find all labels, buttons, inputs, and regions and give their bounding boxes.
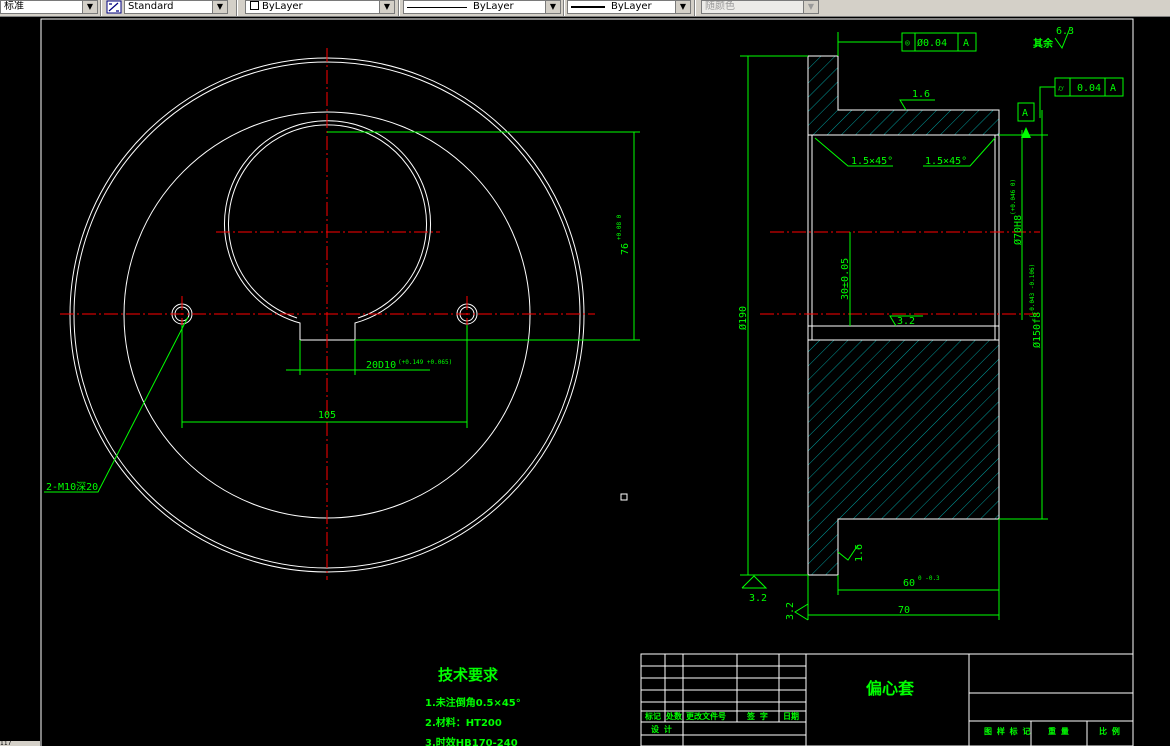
toolbar-separator xyxy=(563,0,565,16)
chevron-down-icon[interactable]: ▼ xyxy=(675,1,690,13)
dim-style-dropdown[interactable]: Standard ▼ xyxy=(124,0,228,14)
linetype-dropdown[interactable]: ByLayer ▼ xyxy=(403,0,561,14)
gtol-top-symbol: ◎ xyxy=(905,38,910,47)
stage-label: 图 样 标 记 xyxy=(984,726,1030,736)
plot-style-value: 随颜色 xyxy=(705,1,735,12)
chevron-down-icon[interactable]: ▼ xyxy=(82,1,97,13)
dim-length: 70 xyxy=(898,605,910,616)
title-block: 标记 处数 更改文件号 签 字 日期 设 计 偏心套 图 样 标 记 重 量 比… xyxy=(640,653,1134,746)
gtol-top-datum: A xyxy=(963,38,969,49)
note-item: 3.时效HB170-240 xyxy=(425,736,518,746)
properties-toolbar: 标准 ▼ Standard ▼ ByLayer ▼ ByLayer ▼ ByLa… xyxy=(0,0,1170,17)
coordinate-readout: 117 xyxy=(0,741,40,746)
toolbar-separator xyxy=(100,0,102,16)
leader-holes-label: 2-M10深20 xyxy=(46,481,98,493)
text-style-dropdown[interactable]: 标准 ▼ xyxy=(0,0,98,14)
dim-outer: Ø190 xyxy=(737,306,749,330)
title-row-label: 处数 xyxy=(665,711,683,721)
drawing-canvas[interactable]: 76 +0.08 0 20D10 (+0.149 +0.065) 105 2-M… xyxy=(0,16,1170,746)
dim-keyway-width-tol: (+0.149 +0.065) xyxy=(398,359,452,366)
roughness-rest-value: 6.3 xyxy=(1056,26,1074,37)
gtol-right-value: 0.04 xyxy=(1077,83,1101,94)
roughness-symbol xyxy=(794,603,809,621)
color-swatch-icon xyxy=(250,1,259,10)
title-row-label: 标记 xyxy=(644,711,661,721)
gtol-right-datum: A xyxy=(1110,83,1116,94)
leader-holes xyxy=(44,316,189,493)
roughness-rest-label: 其余 xyxy=(1033,37,1054,50)
roughness-bottom: 1.6 xyxy=(854,544,865,562)
text-style-value: 标准 xyxy=(4,1,24,12)
gtol-right-symbol: ⌭ xyxy=(1058,84,1064,93)
datum-label: A xyxy=(1022,108,1028,119)
dim-keyway-width: 20D10 xyxy=(366,360,396,371)
chevron-down-icon[interactable]: ▼ xyxy=(803,1,818,13)
toolbar-separator xyxy=(236,0,238,16)
pickbox-cursor[interactable] xyxy=(620,493,628,501)
roughness-symbol xyxy=(741,575,768,589)
gtol-top-value: Ø0.04 xyxy=(917,37,947,49)
title-row-label: 签 字 xyxy=(746,711,768,721)
dim-eccentric: 30±0.05 xyxy=(840,258,851,300)
title-row-label: 日期 xyxy=(783,711,799,721)
plot-style-dropdown[interactable]: 随颜色 ▼ xyxy=(701,0,819,14)
linetype-preview-icon xyxy=(407,1,467,8)
dim-style-icon[interactable] xyxy=(106,0,122,14)
dim-shaft-tol: (-0.043 -0.106) xyxy=(1029,264,1036,318)
lineweight-value: ByLayer xyxy=(611,1,652,12)
hatch-upper xyxy=(808,56,999,135)
dim-length-inner-tol: 0 -0.3 xyxy=(918,575,940,582)
note-item: 1.未注倒角0.5×45° xyxy=(425,696,521,709)
chevron-down-icon[interactable]: ▼ xyxy=(212,1,227,13)
roughness-bore: 3.2 xyxy=(897,316,915,327)
chevron-down-icon[interactable]: ▼ xyxy=(379,1,394,13)
dim-hole-spacing: 105 xyxy=(318,410,336,421)
roughness-top: 1.6 xyxy=(912,89,930,100)
title-row-label: 更改文件号 xyxy=(686,711,726,721)
dim-keyway-height: 76 xyxy=(620,243,631,255)
note-item: 2.材料：HT200 xyxy=(425,716,502,729)
chevron-down-icon[interactable]: ▼ xyxy=(545,1,560,13)
dim-length-inner: 60 xyxy=(903,578,915,589)
weight-label: 重 量 xyxy=(1048,726,1069,736)
chamfer-right: 1.5×45° xyxy=(925,156,967,167)
roughness-symbol xyxy=(899,99,935,111)
dim-keyway-height-tol: +0.08 0 xyxy=(616,214,623,240)
coordinate-value: 117 xyxy=(0,741,12,746)
layer-color-value: ByLayer xyxy=(262,1,303,12)
dim-bore-tol: (+0.046 0) xyxy=(1010,179,1017,215)
toolbar-separator xyxy=(694,0,696,16)
section-view: ◎ Ø0.04 A 6.3 其余 ⌭ 0.04 A A 1.6 1.5×45° … xyxy=(737,26,1124,621)
design-label: 设 计 xyxy=(651,724,672,734)
layer-color-dropdown[interactable]: ByLayer ▼ xyxy=(245,0,395,14)
scale-label: 比 例 xyxy=(1099,726,1120,736)
dim-style-value: Standard xyxy=(128,1,174,12)
front-view: 76 +0.08 0 20D10 (+0.149 +0.065) 105 2-M… xyxy=(44,48,640,580)
dim-bore: Ø70H8 xyxy=(1012,215,1024,245)
notes-title: 技术要求 xyxy=(438,666,499,684)
hatch-lower xyxy=(808,340,999,575)
lineweight-preview-icon xyxy=(571,1,605,8)
part-name: 偏心套 xyxy=(866,679,915,698)
technical-notes: 技术要求 1.未注倒角0.5×45° 2.材料：HT200 3.时效HB170-… xyxy=(425,666,521,746)
roughness-left: 3.2 xyxy=(749,593,767,604)
linetype-value: ByLayer xyxy=(473,1,514,12)
toolbar-separator xyxy=(398,0,400,16)
roughness-face: 3.2 xyxy=(785,602,796,620)
chamfer-left: 1.5×45° xyxy=(851,156,893,167)
lineweight-dropdown[interactable]: ByLayer ▼ xyxy=(567,0,691,14)
